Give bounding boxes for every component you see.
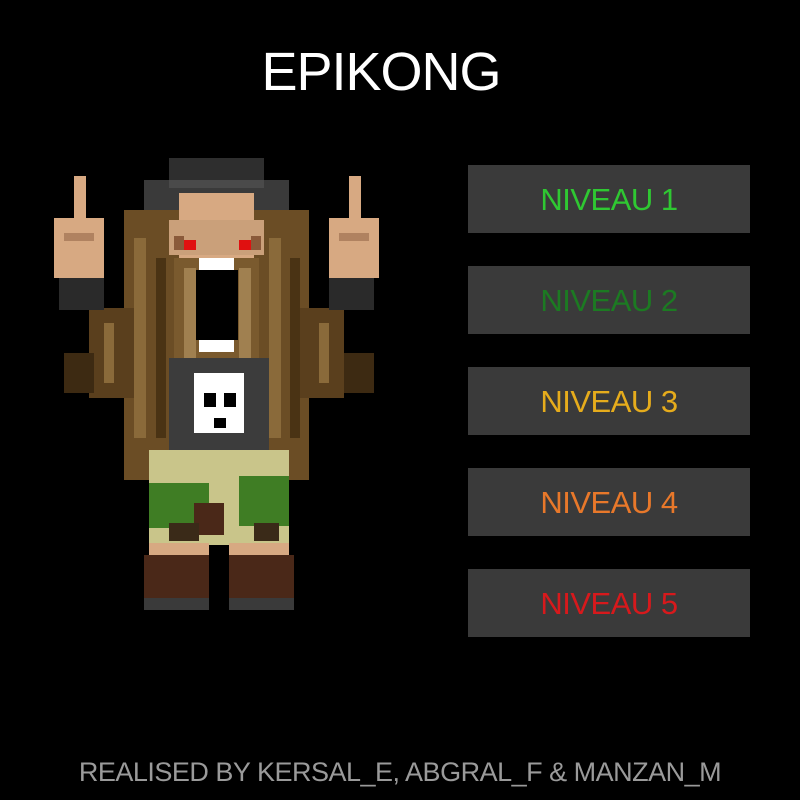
level-menu: NIVEAU 1 NIVEAU 2 NIVEAU 3 NIVEAU 4 NIVE… <box>468 165 750 670</box>
level-5-button[interactable]: NIVEAU 5 <box>468 569 750 637</box>
level-1-button[interactable]: NIVEAU 1 <box>468 165 750 233</box>
credits-footer: REALISED BY KERSAL_E, ABGRAL_F & MANZAN_… <box>78 757 722 787</box>
game-title: EPIKONG <box>261 42 501 102</box>
pixel-rocker-character-icon <box>54 158 379 610</box>
level-3-button[interactable]: NIVEAU 3 <box>468 367 750 435</box>
level-2-button[interactable]: NIVEAU 2 <box>468 266 750 334</box>
level-4-button[interactable]: NIVEAU 4 <box>468 468 750 536</box>
